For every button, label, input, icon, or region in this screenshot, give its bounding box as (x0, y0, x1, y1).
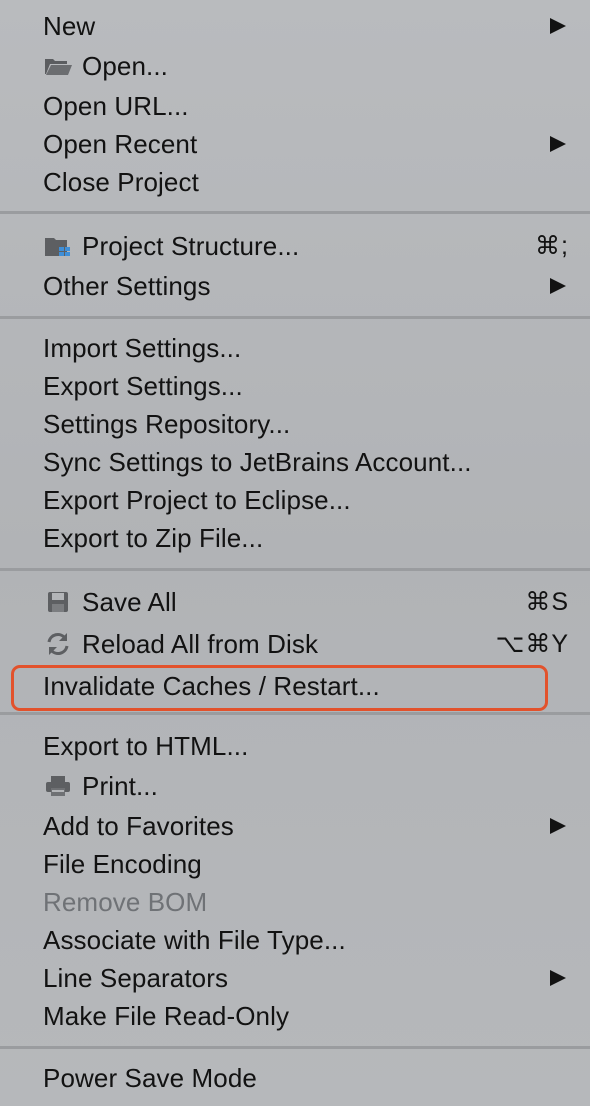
highlight-outline (11, 665, 548, 711)
menu-item-label: Add to Favorites (43, 811, 234, 841)
menu-item-close-project[interactable]: Close Project (0, 163, 590, 201)
menu-item-label: Open Recent (43, 129, 198, 159)
menu-item-file-encoding[interactable]: File Encoding (0, 845, 590, 883)
menu-item-label: Save All (82, 587, 177, 617)
menu-item-power-save[interactable]: Power Save Mode (0, 1059, 590, 1097)
menu-item-add-favorites[interactable]: Add to Favorites (0, 807, 590, 845)
submenu-arrow-icon (550, 18, 566, 34)
menu-item-label: Reload All from Disk (82, 629, 319, 659)
menu-item-label: Associate with File Type... (43, 925, 346, 955)
submenu-arrow-icon (550, 278, 566, 294)
menu-item-label: Project Structure... (82, 231, 300, 261)
menu-item-label: Remove BOM (43, 887, 208, 917)
project-structure-icon (43, 233, 73, 259)
menu-item-export-zip[interactable]: Export to Zip File... (0, 519, 590, 557)
menu-item-label: Export to HTML... (43, 731, 249, 761)
menu-item-label: Open URL... (43, 91, 189, 121)
menu-item-save-all[interactable]: Save All ⌘S (0, 583, 590, 621)
menu-item-label: Print... (82, 771, 158, 801)
menu-item-label: Close Project (43, 167, 199, 197)
print-icon (43, 773, 73, 799)
menu-item-line-separators[interactable]: Line Separators (0, 959, 590, 997)
menu-item-label: Power Save Mode (43, 1063, 257, 1093)
menu-item-remove-bom: Remove BOM (0, 883, 590, 921)
menu-item-associate-file-type[interactable]: Associate with File Type... (0, 921, 590, 959)
menu-item-make-read-only[interactable]: Make File Read-Only (0, 997, 590, 1035)
menu-item-label: File Encoding (43, 849, 202, 879)
menu-item-other-settings[interactable]: Other Settings (0, 267, 590, 305)
menu-separator (0, 712, 590, 715)
menu-item-import-settings[interactable]: Import Settings... (0, 329, 590, 367)
menu-separator (0, 1046, 590, 1049)
save-icon (43, 589, 73, 615)
submenu-arrow-icon (550, 136, 566, 152)
submenu-arrow-icon (550, 818, 566, 834)
menu-item-new[interactable]: New (0, 7, 590, 45)
menu-item-open-url[interactable]: Open URL... (0, 87, 590, 125)
menu-item-label: Open... (82, 51, 168, 81)
reload-icon (43, 631, 73, 657)
menu-item-label: Other Settings (43, 271, 211, 301)
menu-item-label: Export Project to Eclipse... (43, 485, 351, 515)
menu-item-shortcut: ⌘S (525, 588, 569, 616)
menu-item-label: Export to Zip File... (43, 523, 264, 553)
menu-item-label: Make File Read-Only (43, 1001, 290, 1031)
menu-item-print[interactable]: Print... (0, 767, 590, 805)
menu-item-shortcut: ⌥⌘Y (495, 630, 569, 658)
menu-item-label: Export Settings... (43, 371, 243, 401)
menu-item-export-project-eclipse[interactable]: Export Project to Eclipse... (0, 481, 590, 519)
submenu-arrow-icon (550, 970, 566, 986)
menu-item-open-recent[interactable]: Open Recent (0, 125, 590, 163)
menu-item-reload-all[interactable]: Reload All from Disk ⌥⌘Y (0, 625, 590, 663)
file-menu: New Open... Open URL... Open Recent Clos… (0, 0, 590, 1106)
menu-item-export-settings[interactable]: Export Settings... (0, 367, 590, 405)
menu-item-label: Settings Repository... (43, 409, 291, 439)
menu-separator (0, 316, 590, 319)
menu-item-label: New (43, 11, 96, 41)
menu-separator (0, 568, 590, 571)
menu-separator (0, 211, 590, 214)
menu-item-label: Line Separators (43, 963, 229, 993)
menu-item-settings-repository[interactable]: Settings Repository... (0, 405, 590, 443)
menu-item-label: Sync Settings to JetBrains Account... (43, 447, 472, 477)
menu-item-sync-settings[interactable]: Sync Settings to JetBrains Account... (0, 443, 590, 481)
menu-item-shortcut: ⌘; (535, 232, 569, 260)
menu-item-export-html[interactable]: Export to HTML... (0, 727, 590, 765)
folder-icon (43, 53, 73, 79)
menu-item-project-structure[interactable]: Project Structure... ⌘; (0, 227, 590, 265)
menu-item-label: Import Settings... (43, 333, 242, 363)
menu-item-open[interactable]: Open... (0, 47, 590, 85)
